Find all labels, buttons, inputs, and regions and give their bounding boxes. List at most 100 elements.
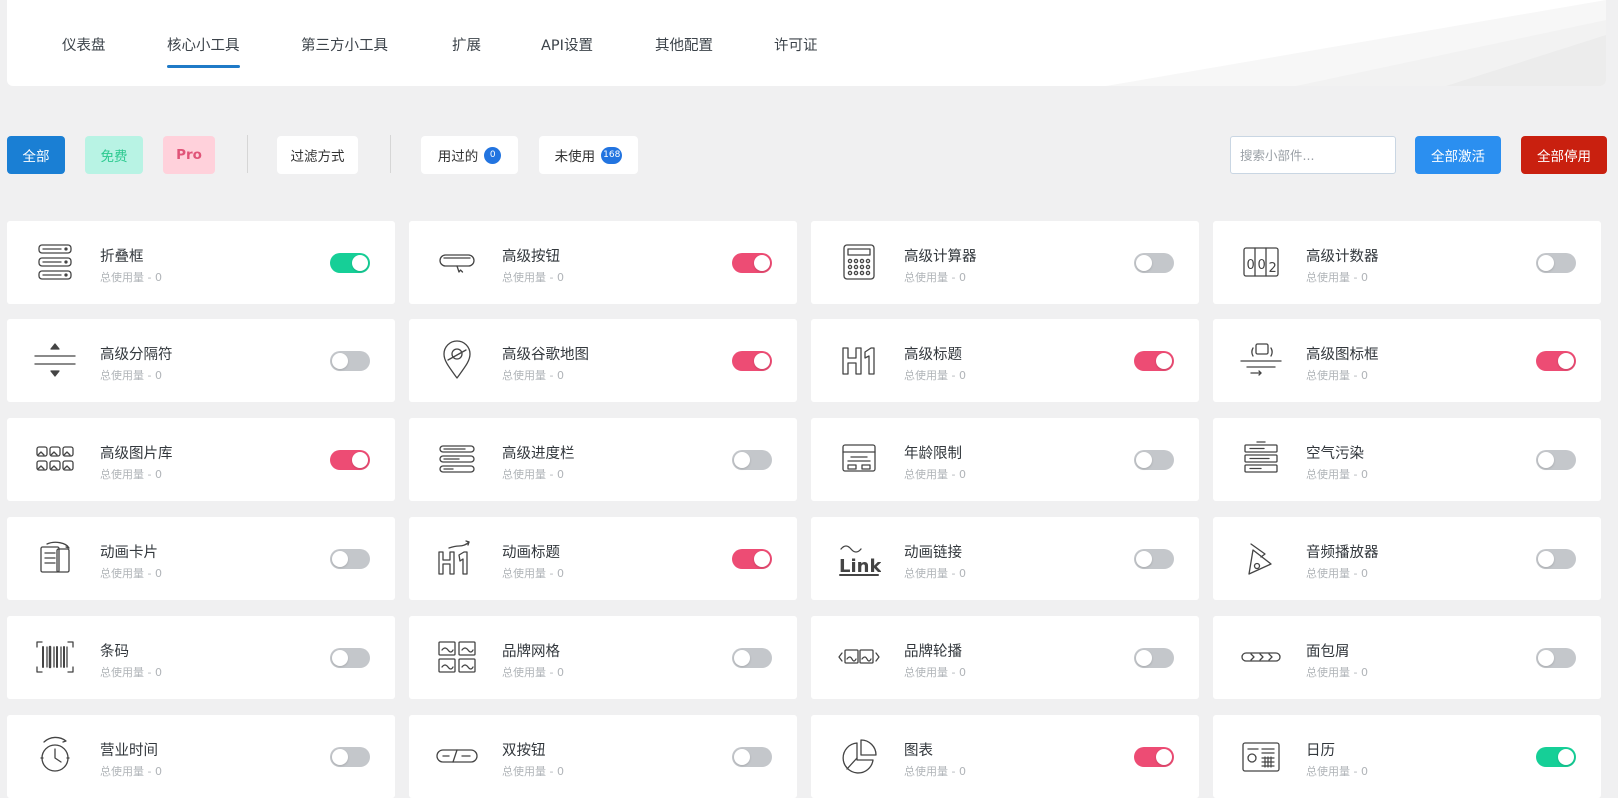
tab-third-party-widgets[interactable]: 第三方小工具 <box>301 34 388 55</box>
pie-chart-icon <box>837 736 881 776</box>
widget-toggle[interactable] <box>1536 351 1576 371</box>
widget-name: 品牌轮播 <box>904 644 962 660</box>
widget-card: 高级进度栏 总使用量 - 0 <box>409 418 797 501</box>
svg-text:2: 2 <box>1269 261 1277 276</box>
age-gate-icon <box>837 439 881 479</box>
filter-used-button[interactable]: 用过的 0 <box>421 136 518 174</box>
deactivate-all-button[interactable]: 全部停用 <box>1521 136 1607 174</box>
tab-core-widgets[interactable]: 核心小工具 <box>167 34 240 68</box>
divider-icon <box>33 340 77 380</box>
widget-card: 条码 总使用量 - 0 <box>7 616 395 699</box>
widget-toggle[interactable] <box>1536 648 1576 668</box>
widget-usage: 总使用量 - 0 <box>1306 468 1368 481</box>
widget-toggle[interactable] <box>732 351 772 371</box>
widget-usage: 总使用量 - 0 <box>100 666 162 679</box>
widget-search-input[interactable] <box>1230 136 1396 174</box>
clock-icon <box>33 736 77 776</box>
widget-name: 高级计数器 <box>1306 249 1379 265</box>
widget-card: 高级分隔符 总使用量 - 0 <box>7 319 395 402</box>
map-pin-icon <box>435 340 479 380</box>
tab-extensions[interactable]: 扩展 <box>452 34 481 55</box>
widget-card: 双按钮 总使用量 - 0 <box>409 715 797 798</box>
widget-usage: 总使用量 - 0 <box>904 765 966 778</box>
activate-all-button[interactable]: 全部激活 <box>1415 136 1501 174</box>
widget-toggle[interactable] <box>330 253 370 273</box>
widget-toggle[interactable] <box>330 747 370 767</box>
tab-other-settings[interactable]: 其他配置 <box>655 34 713 55</box>
widget-usage: 总使用量 - 0 <box>1306 271 1368 284</box>
widget-card: 品牌网格总使用量 - 0 <box>409 616 797 699</box>
widget-card: 高级计算器 总使用量 - 0 <box>811 221 1199 304</box>
icon-box-icon <box>1239 340 1283 380</box>
widget-toggle[interactable] <box>732 450 772 470</box>
widget-toggle[interactable] <box>732 549 772 569</box>
button-icon <box>435 242 479 282</box>
widget-toggle[interactable] <box>330 648 370 668</box>
widget-toggle[interactable] <box>732 253 772 273</box>
brand-carousel-icon <box>837 637 881 677</box>
calendar-icon <box>1239 736 1283 776</box>
widget-name: 日历 <box>1306 743 1335 759</box>
divider <box>390 135 391 173</box>
widget-usage: 总使用量 - 0 <box>904 271 966 284</box>
widget-card: 高级按钮总使用量 - 0 <box>409 221 797 304</box>
widget-name: 高级分隔符 <box>100 347 173 363</box>
widget-name: 面包屑 <box>1306 644 1350 660</box>
widget-usage: 总使用量 - 0 <box>502 765 564 778</box>
tab-api-settings[interactable]: API设置 <box>541 34 593 55</box>
widget-toggle[interactable] <box>1134 648 1174 668</box>
widget-card: 面包屑 总使用量 - 0 <box>1213 616 1601 699</box>
widget-usage: 总使用量 - 0 <box>502 271 564 284</box>
widget-toggle[interactable] <box>330 351 370 371</box>
widget-name: 折叠框 <box>100 249 144 265</box>
widget-name: 高级按钮 <box>502 249 560 265</box>
widget-toggle[interactable] <box>1134 747 1174 767</box>
widget-toggle[interactable] <box>330 549 370 569</box>
widget-card: 高级谷歌地图 总使用量 - 0 <box>409 319 797 402</box>
widget-card: 高级图标框 总使用量 - 0 <box>1213 319 1601 402</box>
filter-all-button[interactable]: 全部 <box>7 136 65 174</box>
filter-used-label: 用过的 <box>437 149 479 165</box>
widget-toggle[interactable] <box>732 648 772 668</box>
widget-name: 品牌网格 <box>502 644 560 660</box>
svg-text:Link: Link <box>839 556 881 577</box>
widget-toggle[interactable] <box>1536 253 1576 273</box>
widget-toggle[interactable] <box>1134 351 1174 371</box>
widget-toggle[interactable] <box>1536 549 1576 569</box>
widget-usage: 总使用量 - 0 <box>502 567 564 580</box>
widget-card: 图表总使用量 - 0 <box>811 715 1199 798</box>
widget-usage: 总使用量 - 0 <box>904 666 966 679</box>
filter-pro-button[interactable]: Pro <box>163 136 215 174</box>
gallery-icon <box>33 439 77 479</box>
widget-usage: 总使用量 - 0 <box>100 567 162 580</box>
tab-dashboard[interactable]: 仪表盘 <box>62 34 106 55</box>
widget-card: 年龄限制 总使用量 - 0 <box>811 418 1199 501</box>
widget-usage: 总使用量 - 0 <box>904 468 966 481</box>
widget-usage: 总使用量 - 0 <box>502 468 564 481</box>
filter-by-button[interactable]: 过滤方式 <box>277 136 358 174</box>
widget-toggle[interactable] <box>1536 450 1576 470</box>
tab-license[interactable]: 许可证 <box>774 34 818 55</box>
widget-toggle[interactable] <box>1134 549 1174 569</box>
filter-unused-button[interactable]: 未使用 168 <box>539 136 638 174</box>
widget-card: 营业时间 总使用量 - 0 <box>7 715 395 798</box>
widget-usage: 总使用量 - 0 <box>502 666 564 679</box>
widget-toggle[interactable] <box>1536 747 1576 767</box>
filter-free-button[interactable]: 免费 <box>85 136 143 174</box>
widget-toggle[interactable] <box>330 450 370 470</box>
widget-toggle[interactable] <box>1134 450 1174 470</box>
widget-name: 营业时间 <box>100 743 158 759</box>
accordion-icon <box>33 242 77 282</box>
svg-text:0: 0 <box>1247 258 1255 273</box>
divider <box>247 135 248 173</box>
widget-name: 动画卡片 <box>100 545 158 561</box>
counter-icon: 002 <box>1239 242 1283 282</box>
widget-card: 空气污染 总使用量 - 0 <box>1213 418 1601 501</box>
widget-toggle[interactable] <box>732 747 772 767</box>
widget-name: 高级谷歌地图 <box>502 347 589 363</box>
widget-toggle[interactable] <box>1134 253 1174 273</box>
animated-heading-icon <box>435 538 479 578</box>
widget-name: 图表 <box>904 743 933 759</box>
widget-usage: 总使用量 - 0 <box>100 468 162 481</box>
widget-usage: 总使用量 - 0 <box>1306 567 1368 580</box>
